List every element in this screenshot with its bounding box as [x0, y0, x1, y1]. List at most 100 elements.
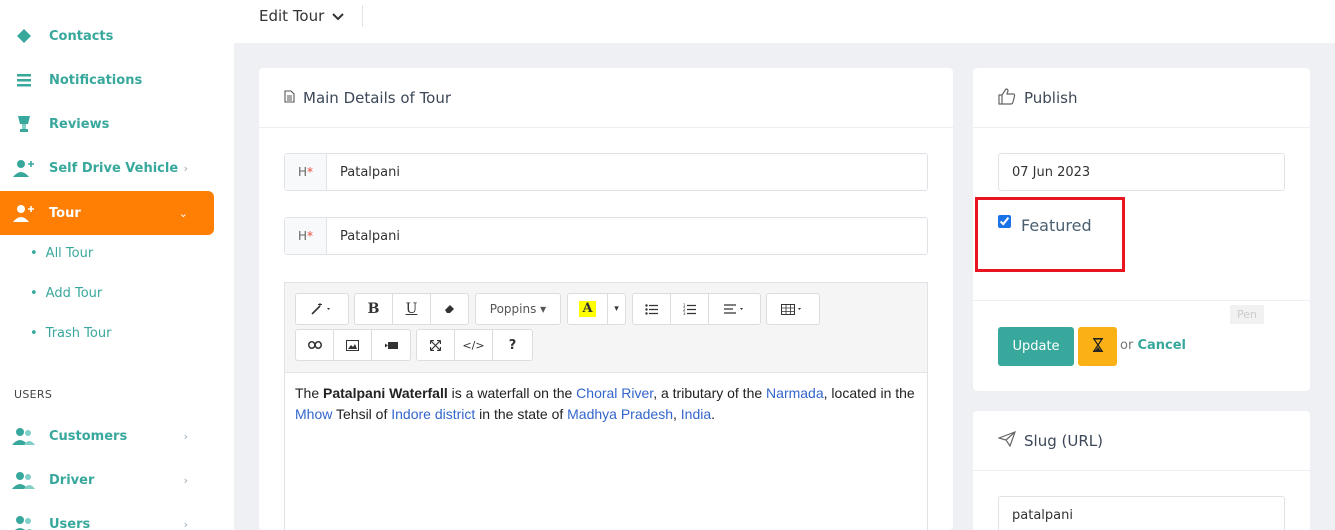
link-button[interactable]	[296, 330, 334, 360]
sidebar-item-label: Driver	[49, 472, 95, 488]
sidebar-item-label: Tour	[49, 205, 81, 221]
users-icon	[12, 512, 36, 530]
chevron-down-icon: ⌄	[178, 206, 188, 220]
editor-content[interactable]: The Patalpani Waterfall is a waterfall o…	[285, 373, 927, 435]
sidebar: Contacts Notifications Reviews Self Driv…	[0, 0, 234, 530]
pen-tooltip: Pen	[1230, 305, 1264, 324]
card-title: Main Details of Tour	[303, 88, 452, 107]
layers-icon	[12, 24, 36, 48]
text-run: , located in the	[823, 385, 915, 401]
font-family-dropdown[interactable]: Poppins ▾	[476, 294, 560, 324]
link-icon	[307, 341, 322, 349]
sidebar-item-label: Contacts	[49, 28, 114, 44]
help-button[interactable]: ?	[493, 330, 532, 360]
align-dropdown-button[interactable]	[709, 294, 760, 324]
sidebar-item-label: Self Drive Vehicle	[49, 160, 179, 176]
update-button[interactable]: Update	[998, 327, 1074, 366]
fullscreen-button[interactable]	[417, 330, 455, 360]
thumbs-up-icon	[998, 87, 1016, 109]
cancel-link[interactable]: Cancel	[1137, 338, 1186, 353]
eraser-button[interactable]	[431, 294, 468, 324]
or-cancel-text: or Cancel	[1120, 338, 1186, 353]
subtitle-input[interactable]: Patalpani	[327, 218, 400, 254]
editor-toolbar: B U Poppins ▾ A ▾ 1 2 3 </> ?	[285, 283, 927, 373]
heading-field-2[interactable]: H * Patalpani	[284, 217, 928, 255]
magic-wand-button[interactable]	[296, 294, 348, 324]
link-india[interactable]: India	[681, 406, 711, 422]
eraser-icon	[444, 305, 454, 313]
card-header: Main Details of Tour	[259, 68, 953, 128]
video-button[interactable]	[372, 330, 410, 360]
image-icon	[346, 339, 359, 351]
text-color-icon: A	[579, 301, 596, 317]
insert-group	[295, 329, 411, 361]
trophy-icon	[12, 112, 36, 136]
link-narmada[interactable]: Narmada	[766, 385, 824, 401]
code-icon: </>	[462, 338, 485, 352]
unordered-list-button[interactable]	[633, 294, 671, 324]
sidebar-item-label: Users	[49, 516, 91, 530]
bullet-list-icon	[644, 303, 658, 315]
sidebar-item-tour[interactable]: Tour ⌄	[0, 191, 214, 235]
addon-label: H	[297, 165, 308, 179]
video-icon	[384, 341, 398, 349]
align-left-icon	[723, 303, 743, 314]
link-mhow[interactable]: Mhow	[295, 406, 332, 422]
link-indore-district[interactable]: Indore district	[391, 406, 475, 422]
rich-text-editor: B U Poppins ▾ A ▾ 1 2 3 </> ? The Patalp…	[284, 282, 928, 530]
card-header: Slug (URL)	[973, 411, 1310, 471]
numbered-list-icon: 123	[683, 303, 696, 315]
users-icon	[12, 468, 36, 492]
sidebar-item-contacts[interactable]: Contacts	[0, 14, 214, 58]
view-group: </> ?	[416, 329, 533, 361]
users-icon	[12, 424, 36, 448]
document-icon	[284, 89, 295, 107]
page-title-dropdown[interactable]: Edit Tour	[259, 7, 344, 25]
sidebar-item-reviews[interactable]: Reviews	[0, 102, 214, 146]
underline-button[interactable]: U	[393, 294, 431, 324]
card-header: Publish	[973, 68, 1310, 128]
table-group	[766, 293, 820, 325]
sidebar-item-self-drive-vehicle[interactable]: Self Drive Vehicle ›	[0, 146, 214, 190]
chevron-right-icon: ›	[183, 517, 188, 530]
magic-wand-icon	[311, 303, 330, 315]
pending-button[interactable]	[1078, 327, 1117, 366]
table-icon	[781, 303, 801, 315]
sidebar-subitem-add-tour[interactable]: Add Tour	[30, 286, 103, 301]
link-madhya-pradesh[interactable]: Madhya Pradesh	[567, 406, 673, 422]
main-details-card: Main Details of Tour H * Patalpani H * Pat…	[259, 68, 953, 530]
card-title: Slug (URL)	[1024, 431, 1103, 450]
text-run: , a tributary of the	[653, 385, 767, 401]
sidebar-subitem-all-tour[interactable]: All Tour	[30, 246, 94, 261]
sidebar-item-label: Customers	[49, 428, 128, 444]
heading-addon: H *	[285, 218, 327, 254]
title-input[interactable]: Patalpani	[327, 154, 400, 190]
sidebar-item-driver[interactable]: Driver ›	[0, 458, 214, 502]
image-button[interactable]	[334, 330, 372, 360]
bold-button[interactable]: B	[355, 294, 393, 324]
sidebar-item-users[interactable]: Users ›	[0, 502, 214, 530]
table-button[interactable]	[767, 294, 819, 324]
user-plus-icon	[12, 201, 36, 225]
slug-input[interactable]: patalpani	[998, 496, 1285, 530]
chevron-down-icon	[332, 7, 344, 25]
heading-addon: H *	[285, 154, 327, 190]
list-icon	[12, 68, 36, 92]
highlight-annotation	[975, 197, 1125, 272]
chevron-right-icon: ›	[183, 161, 188, 175]
sidebar-subitem-trash-tour[interactable]: Trash Tour	[30, 326, 112, 341]
text-run: Tehsil of	[332, 406, 392, 422]
heading-field-1[interactable]: H * Patalpani	[284, 153, 928, 191]
required-star: *	[307, 165, 314, 179]
sidebar-item-notifications[interactable]: Notifications	[0, 58, 214, 102]
color-dropdown-button[interactable]: ▾	[608, 294, 625, 324]
link-choral-river[interactable]: Choral River	[576, 385, 653, 401]
font-family-value: Poppins	[489, 302, 537, 316]
slug-card: Slug (URL) patalpani	[973, 411, 1310, 530]
ordered-list-button[interactable]: 123	[671, 294, 709, 324]
code-view-button[interactable]: </>	[455, 330, 493, 360]
publish-date-input[interactable]: 07 Jun 2023	[998, 153, 1285, 191]
sidebar-item-customers[interactable]: Customers ›	[0, 414, 214, 458]
sidebar-item-label: Notifications	[49, 72, 143, 88]
highlight-color-button[interactable]: A	[568, 294, 608, 324]
